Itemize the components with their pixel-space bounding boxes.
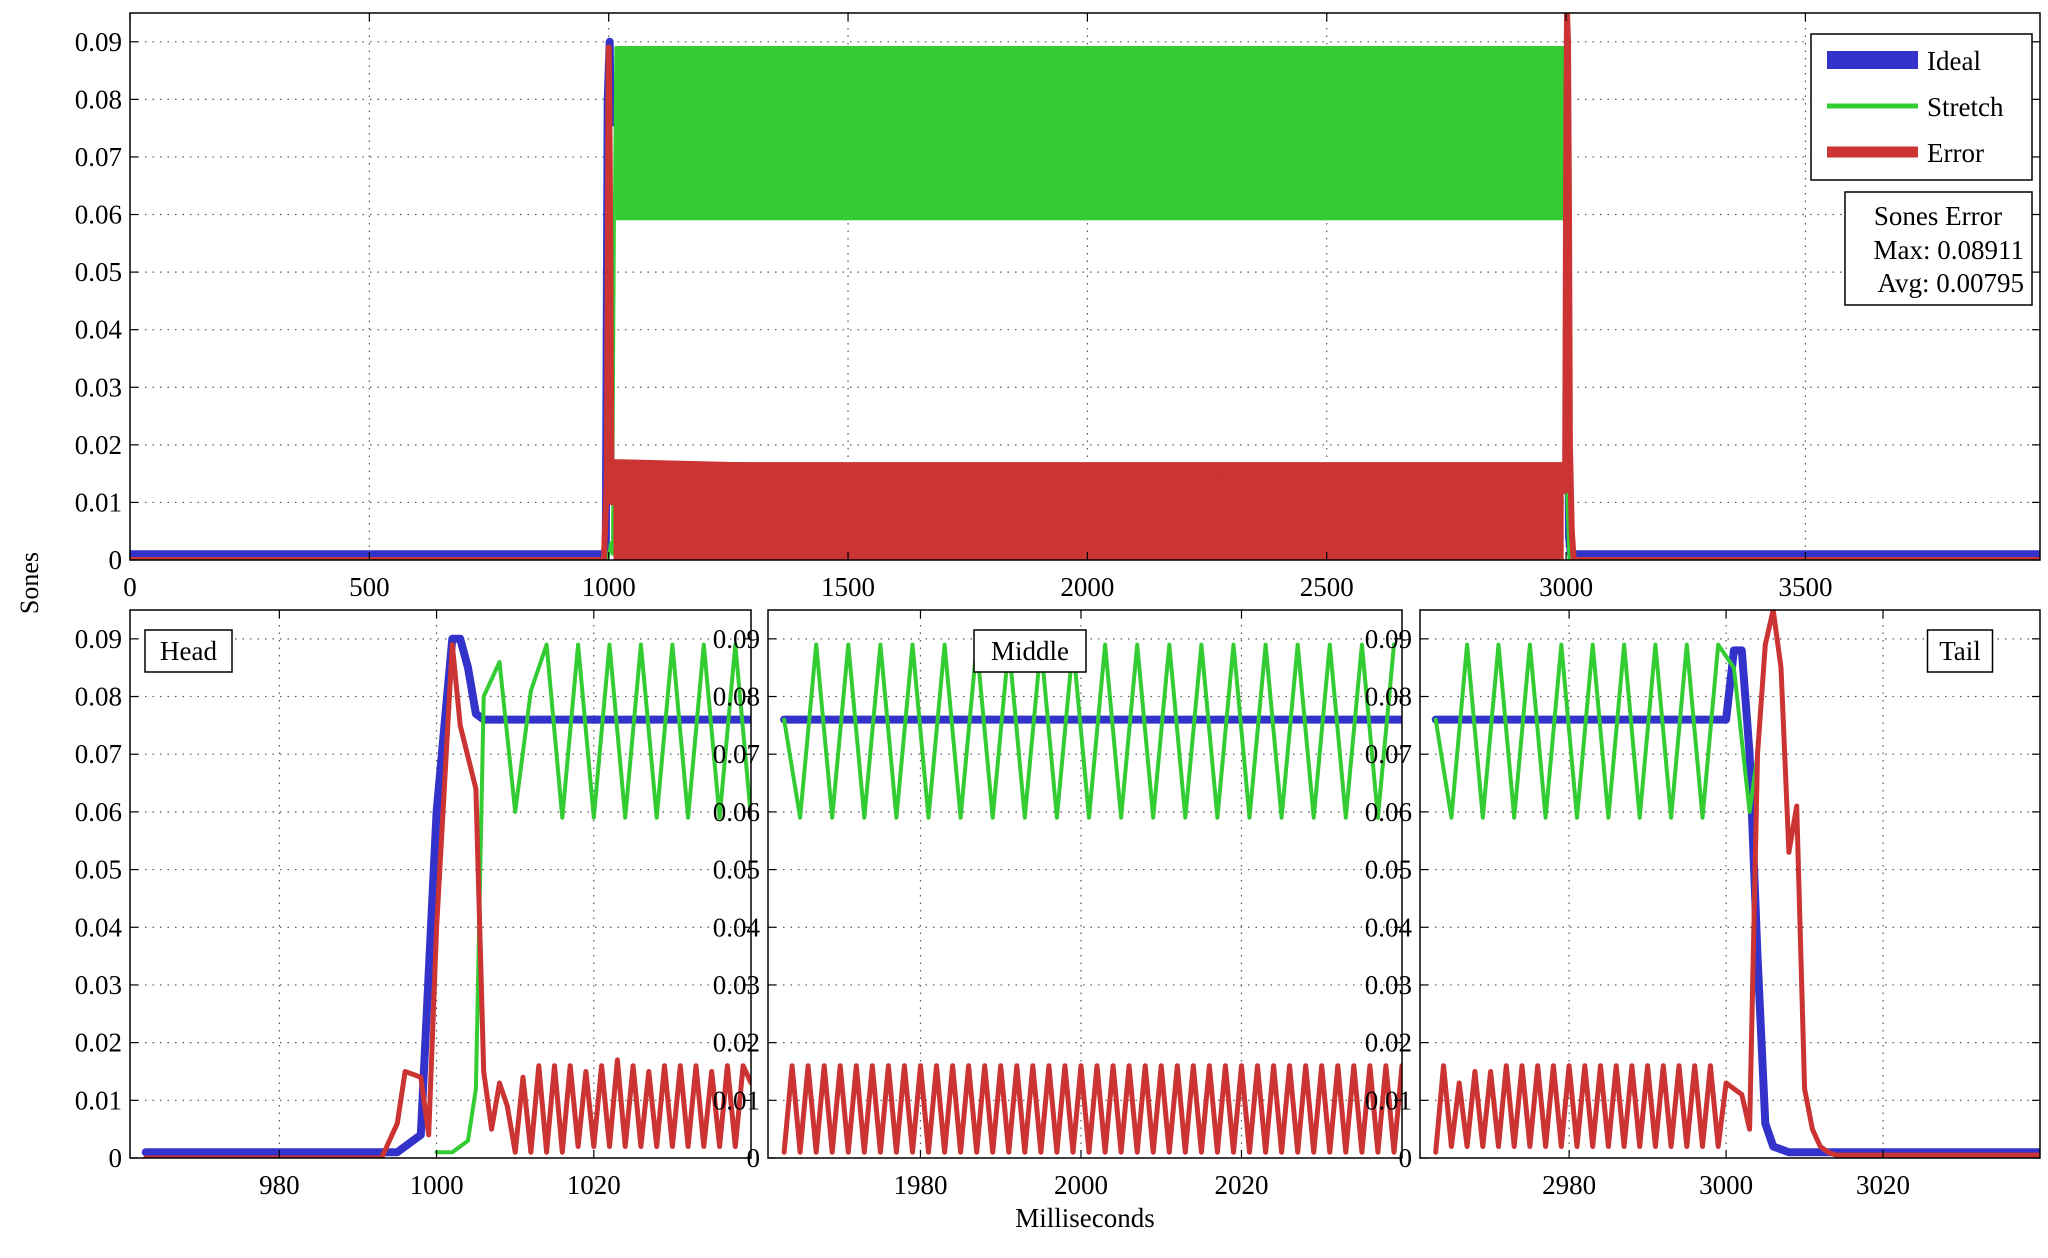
y-tick-label: 0.01 — [1365, 1085, 1412, 1115]
panel-middle: 1980 2000 2020 0 0.01 0.02 0.03 0.04 0.05 0.06 0.0… — [713, 609, 1403, 1200]
x-tick-label: 1500 — [821, 572, 875, 602]
x-tick-label: 3500 — [1778, 572, 1832, 602]
x-tick-label: 1980 — [893, 1170, 947, 1200]
y-tick-label: 0 — [109, 545, 123, 575]
y-tick-label: 0.01 — [75, 1085, 122, 1115]
y-tick-label: 0.01 — [713, 1085, 760, 1115]
y-tick-label: 0.08 — [1365, 682, 1412, 712]
x-axis-label: Milliseconds — [1015, 1203, 1155, 1233]
y-tick-label: 0.09 — [713, 624, 760, 654]
y-tick-label: 0.07 — [75, 739, 122, 769]
legend-label-stretch: Stretch — [1927, 92, 2004, 122]
y-tick-label: 0.04 — [1365, 912, 1413, 942]
y-tick-label: 0.02 — [75, 430, 122, 460]
stats-box: Sones Error Max: 0.08911 Avg: 0.00795 — [1844, 191, 2033, 306]
x-tick-label: 980 — [259, 1170, 300, 1200]
series-line-stretch — [782, 642, 1396, 820]
x-tick-label: 1000 — [582, 572, 636, 602]
stats-title: Sones Error — [1874, 201, 2002, 231]
y-tick-label: 0.08 — [713, 682, 760, 712]
legend-label-error: Error — [1927, 138, 1984, 168]
y-tick-label: 0.05 — [75, 855, 122, 885]
series-group — [780, 642, 1402, 1155]
series-band-error — [613, 462, 1564, 560]
y-tick-label: 0.05 — [1365, 855, 1412, 885]
x-tick-label: 0 — [123, 572, 137, 602]
y-tick-label: 0.03 — [1365, 970, 1412, 1000]
y-tick-label: 0 — [747, 1143, 761, 1173]
series-group — [130, 13, 2040, 560]
series-line-error — [781, 1063, 1402, 1155]
x-tick-label: 2500 — [1300, 572, 1354, 602]
series-line-stretch — [1433, 642, 1760, 820]
y-tick-label: 0.03 — [75, 970, 122, 1000]
x-tick-label: 2020 — [1214, 1170, 1268, 1200]
y-tick-label: 0.04 — [713, 912, 761, 942]
legend-label-ideal: Ideal — [1927, 46, 1981, 76]
sones-figure: 0 500 1000 1500 2000 2500 3000 3500 0 0.01 0.02 0.0… — [15, 12, 2041, 1233]
y-tick-label: 0.08 — [75, 682, 122, 712]
x-tick-label: 1020 — [567, 1170, 621, 1200]
y-tick-label: 0.05 — [713, 855, 760, 885]
x-tick-label: 2980 — [1542, 1170, 1596, 1200]
panel-full: 0 500 1000 1500 2000 2500 3000 3500 0 0.01 0.02 0.0… — [75, 12, 2041, 602]
x-tick-label: 3020 — [1856, 1170, 1910, 1200]
y-tick-label: 0.07 — [713, 739, 760, 769]
panel-title: Head — [160, 636, 217, 666]
x-tick-label: 500 — [349, 572, 390, 602]
x-tick-label: 3000 — [1539, 572, 1593, 602]
stats-max: Max: 0.08911 — [1874, 235, 2025, 265]
y-tick-label: 0.07 — [1365, 739, 1412, 769]
series-group — [1431, 610, 2040, 1158]
panel-tail: 2980 3000 3020 0 0.01 0.02 0.03 0.04 0.05 0.06 0.0… — [1365, 609, 2041, 1200]
chart-panels: 0 500 1000 1500 2000 2500 3000 3500 0 0.01 0.02 0.0… — [75, 12, 2041, 1200]
y-tick-label: 0.06 — [713, 797, 760, 827]
panel-title: Middle — [991, 636, 1069, 666]
series-line-ideal — [1431, 646, 2040, 1157]
series-band-stretch — [615, 47, 1564, 221]
y-tick-label: 0.05 — [75, 257, 122, 287]
panel-title: Tail — [1939, 636, 1981, 666]
y-tick-label: 0.09 — [1365, 624, 1412, 654]
x-tick-label: 2000 — [1060, 572, 1114, 602]
y-tick-label: 0.03 — [713, 970, 760, 1000]
x-tick-label: 1000 — [410, 1170, 464, 1200]
y-axis-label: Sones — [15, 552, 44, 614]
y-tick-label: 0.02 — [75, 1028, 122, 1058]
y-tick-label: 0.07 — [75, 142, 122, 172]
x-tick-label: 2000 — [1054, 1170, 1108, 1200]
panel-head: 980 1000 1020 0 0.01 0.02 0.03 0.04 0.05 0.06 0.07… — [75, 609, 752, 1200]
y-tick-label: 0.04 — [75, 912, 123, 942]
y-tick-label: 0.03 — [75, 372, 122, 402]
legend: Ideal Stretch Error — [1810, 33, 2033, 181]
y-tick-label: 0.02 — [713, 1028, 760, 1058]
y-tick-label: 0.06 — [75, 797, 122, 827]
y-tick-label: 0.08 — [75, 84, 122, 114]
y-tick-label: 0.04 — [75, 315, 123, 345]
y-tick-label: 0 — [109, 1143, 123, 1173]
y-tick-label: 0.01 — [75, 487, 122, 517]
y-tick-label: 0 — [1399, 1143, 1413, 1173]
x-tick-label: 3000 — [1699, 1170, 1753, 1200]
y-tick-label: 0.09 — [75, 624, 122, 654]
y-tick-label: 0.09 — [75, 27, 122, 57]
y-tick-label: 0.06 — [75, 200, 122, 230]
y-tick-label: 0.02 — [1365, 1028, 1412, 1058]
stats-avg: Avg: 0.00795 — [1878, 268, 2025, 298]
series-group — [141, 634, 751, 1158]
y-tick-label: 0.06 — [1365, 797, 1412, 827]
